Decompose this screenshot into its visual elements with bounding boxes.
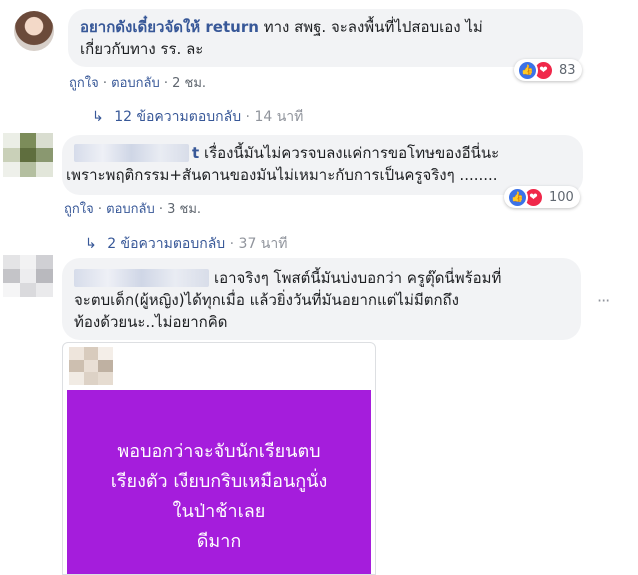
comment-text: เรื่องนี้มันไม่ควรจบลงแค่การขอโทษของอีนี… — [199, 144, 500, 162]
comment-text: เพราะพฤติกรรม+สันดานของมันไม่เหมาะกับการ… — [66, 166, 498, 184]
reaction-count: 83 — [559, 62, 576, 78]
comment-text: ทาง สพฐ. จะลงพื้นที่ไปสอบเอง ไม่ — [258, 18, 483, 36]
blurred-author-name — [74, 144, 189, 162]
post-text-line: เรียงตัว เงียบกริบเหมือนกูนั่ง — [110, 471, 328, 492]
replies-time: 14 นาที — [254, 109, 304, 125]
comment-text: เกี่ยวกับทาง รร. ละ — [80, 40, 204, 58]
reply-arrow-icon: ↳ — [92, 109, 104, 125]
comment-time[interactable]: 3 ชม. — [167, 202, 201, 217]
commenter-avatar[interactable] — [3, 255, 53, 297]
more-dots-icon[interactable]: ··· — [597, 291, 610, 310]
commenter-avatar[interactable] — [14, 11, 54, 51]
comment-text: ท้องด้วยนะ..ไม่อยากคิด — [74, 313, 228, 331]
post-text-line: พอบอกว่าจะจับนักเรียนตบ — [117, 441, 321, 462]
reply-link[interactable]: ตอบกลับ — [111, 76, 160, 91]
post-text-line: ในป่าช้าเลย — [172, 501, 266, 522]
comment-author[interactable]: อยากดังเดี๋ยวจัดให้ return — [80, 18, 259, 36]
post-image[interactable]: พอบอกว่าจะจับนักเรียนตบ เรียงตัว เงียบกร… — [67, 390, 371, 574]
reply-link[interactable]: ตอบกลับ — [106, 202, 155, 217]
post-text-line: ดีมาก — [196, 531, 242, 552]
comment-bubble: เอาจริงๆ โพสต์นี้มันบ่งบอกว่า ครูตุ๊ดนี่… — [62, 258, 581, 340]
comment-bubble: t เรื่องนี้มันไม่ควรจบลงแค่การขอโทษของอี… — [62, 135, 583, 195]
view-replies-link[interactable]: ↳ 2 ข้อความตอบกลับ · 37 นาที — [85, 233, 287, 255]
like-link[interactable]: ถูกใจ — [69, 76, 99, 91]
reaction-summary[interactable]: 👍 ❤ 100 — [504, 186, 580, 208]
view-replies-link[interactable]: ↳ 12 ข้อความตอบกลับ · 14 นาที — [92, 106, 303, 128]
reaction-count: 100 — [549, 189, 574, 205]
reaction-summary[interactable]: 👍 ❤ 83 — [514, 59, 582, 81]
comment-time[interactable]: 2 ชม. — [172, 76, 206, 91]
blurred-post-avatar — [69, 347, 113, 385]
comment-text: จะตบเด็ก(ผู้หญิง)ได้ทุกเมื่อ แล้วยิ่งวัน… — [74, 291, 459, 309]
attached-post-card[interactable]: พอบอกว่าจะจับนักเรียนตบ เรียงตัว เงียบกร… — [62, 342, 376, 575]
comment-text: เอาจริงๆ โพสต์นี้มันบ่งบอกว่า ครูตุ๊ดนี่… — [214, 269, 502, 287]
comment-bubble: อยากดังเดี๋ยวจัดให้ return ทาง สพฐ. จะลง… — [68, 9, 583, 67]
commenter-avatar[interactable] — [3, 133, 53, 177]
replies-time: 37 นาที — [238, 236, 288, 252]
like-reaction-icon: 👍 — [507, 186, 528, 208]
comment-actions: ถูกใจ · ตอบกลับ · 3 ชม. — [64, 202, 202, 217]
like-link[interactable]: ถูกใจ — [64, 202, 94, 217]
reply-arrow-icon: ↳ — [85, 236, 97, 252]
blurred-author-name — [74, 269, 209, 287]
comment-actions: ถูกใจ · ตอบกลับ · 2 ชม. — [69, 76, 207, 91]
like-reaction-icon: 👍 — [517, 59, 538, 81]
